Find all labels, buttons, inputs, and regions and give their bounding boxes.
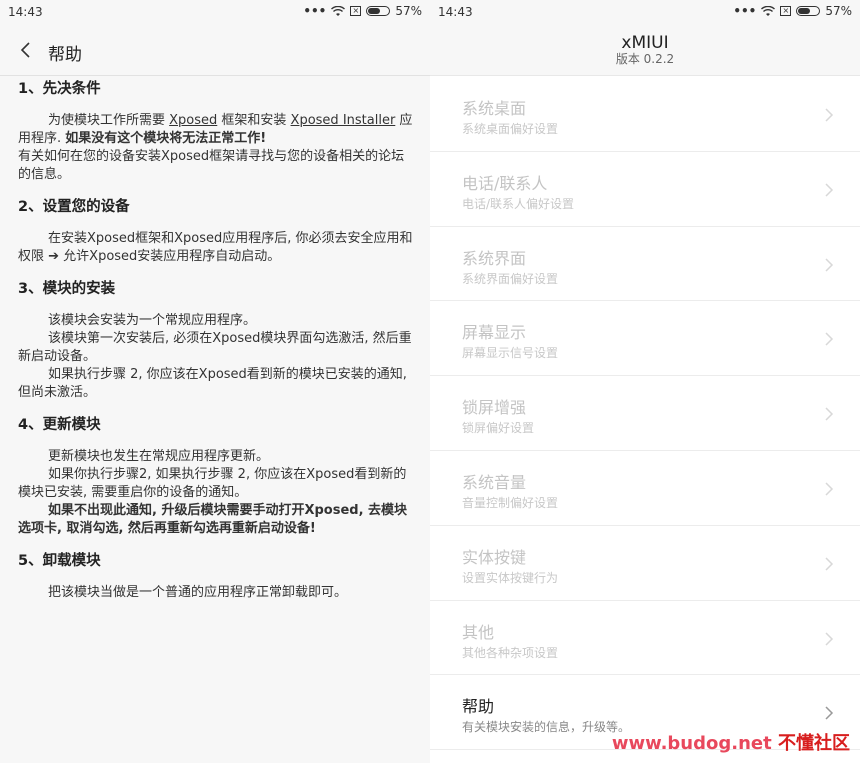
settings-item-title: 帮助 [462, 697, 495, 717]
paragraph-text: 在安装Xposed框架和Xposed应用程序后, 你必须去安全应用和权限 ➔ 允… [18, 231, 413, 264]
settings-item-title: 电话/联系人 [462, 173, 548, 193]
settings-item-subtitle: 系统界面偏好设置 [462, 271, 559, 286]
settings-item-subtitle: 音量控制偏好设置 [462, 495, 559, 510]
paragraph-text: 为使模块工作所需要 [48, 113, 170, 128]
paragraph-text: 如果执行步骤 2, 你应该在Xposed看到新的模块已安装的通知, 但尚未激活。 [18, 367, 407, 400]
more-dots-icon: ••• [733, 4, 757, 18]
section-paragraph: 该模块第一次安装后, 必须在Xposed模块界面勾选激活, 然后重新启动设备。 [18, 330, 413, 366]
app-header: xMIUI 版本 0.2.2 [430, 26, 860, 76]
sim-off-icon: × [780, 6, 792, 16]
settings-item-title: 其他 [462, 622, 495, 642]
settings-item[interactable]: 系统音量音量控制偏好设置 [430, 451, 860, 526]
paragraph-text: 该模块第一次安装后, 必须在Xposed模块界面勾选激活, 然后重新启动设备。 [18, 331, 412, 364]
paragraph-text: 该模块会安装为一个常规应用程序。 [48, 313, 257, 328]
status-bar-right: 14:43 ••• × 57% [430, 0, 860, 26]
help-header: 帮助 [0, 26, 430, 76]
chevron-right-icon [825, 632, 834, 646]
section-paragraph: 在安装Xposed框架和Xposed应用程序后, 你必须去安全应用和权限 ➔ 允… [18, 230, 413, 266]
status-bar: 14:43 ••• × 57% [0, 0, 430, 26]
battery-percent-right: 57% [825, 4, 852, 18]
section-paragraph: 该模块会安装为一个常规应用程序。 [18, 312, 413, 330]
settings-item-subtitle: 有关模块安装的信息，升级等。 [462, 720, 631, 735]
chevron-right-icon [825, 183, 834, 197]
battery-percent: 57% [395, 4, 422, 18]
settings-item[interactable]: 系统桌面系统桌面偏好设置 [430, 77, 860, 152]
page-title: 帮助 [48, 45, 82, 65]
help-content: 1、先决条件为使模块工作所需要 Xposed 框架和安装 Xposed Inst… [18, 80, 413, 602]
settings-item-subtitle: 设置实体按键行为 [462, 570, 559, 585]
chevron-right-icon [825, 407, 834, 421]
section-title: 5、卸载模块 [18, 553, 101, 569]
settings-item[interactable]: 电话/联系人电话/联系人偏好设置 [430, 152, 860, 227]
settings-item-subtitle: 系统桌面偏好设置 [462, 122, 559, 136]
link-text[interactable]: Xposed [169, 113, 217, 128]
sim-off-icon: × [350, 6, 362, 16]
section-title: 3、模块的安装 [18, 281, 116, 297]
settings-item-title: 屏幕显示 [462, 323, 527, 343]
settings-item[interactable]: 其他其他各种杂项设置 [430, 601, 860, 676]
settings-item-title: 系统音量 [462, 472, 527, 492]
settings-item-subtitle: 其他各种杂项设置 [462, 645, 559, 660]
help-screen: 14:43 ••• × 57% 帮助 1、先决条件为使模块工作所需要 Xpose… [0, 0, 430, 763]
status-time: 14:43 [8, 5, 43, 19]
section-paragraph: 有关如何在您的设备安装Xposed框架请寻找与您的设备相关的论坛的信息。 [18, 148, 413, 184]
watermark: www.budog.net 不懂社区 [612, 729, 850, 755]
settings-item-subtitle: 屏幕显示信号设置 [462, 346, 559, 361]
app-version: 版本 0.2.2 [615, 52, 675, 66]
paragraph-text: 如果你执行步骤2, 如果执行步骤 2, 你应该在Xposed看到新的模块已安装,… [18, 467, 407, 500]
settings-item-title: 系统界面 [462, 248, 527, 268]
section-title: 4、更新模块 [18, 417, 101, 433]
section-paragraph: 如果执行步骤 2, 你应该在Xposed看到新的模块已安装的通知, 但尚未激活。 [18, 366, 413, 402]
status-time-right: 14:43 [438, 5, 473, 19]
chevron-right-icon [825, 258, 834, 272]
settings-item-title: 实体按键 [462, 547, 527, 567]
screenshot-composite: 14:43 ••• × 57% 帮助 1、先决条件为使模块工作所需要 Xpose… [0, 0, 860, 763]
paragraph-text: 如果不出现此通知, 升级后模块需要手动打开Xposed, 去模块选项卡, 取消勾… [18, 503, 408, 536]
link-text[interactable]: Xposed Installer [291, 113, 396, 128]
settings-item-title: 锁屏增强 [462, 398, 527, 418]
app-title: xMIUI [621, 33, 669, 53]
settings-item[interactable]: 实体按键设置实体按键行为 [430, 526, 860, 601]
paragraph-text: 有关如何在您的设备安装Xposed框架请寻找与您的设备相关的论坛的信息。 [18, 149, 405, 182]
battery-icon [796, 6, 821, 16]
status-icons-right: ••• × 57% [733, 4, 852, 18]
settings-list: 系统桌面系统桌面偏好设置电话/联系人电话/联系人偏好设置系统界面系统界面偏好设置… [430, 77, 860, 751]
paragraph-text: 如果没有这个模块将无法正常工作! [65, 131, 267, 146]
more-dots-icon: ••• [303, 4, 327, 18]
settings-item[interactable]: 屏幕显示屏幕显示信号设置 [430, 301, 860, 377]
settings-item-title: 系统桌面 [462, 99, 527, 118]
chevron-right-icon [825, 482, 834, 496]
section-paragraph: 更新模块也发生在常规应用程序更新。 [18, 448, 413, 466]
chevron-right-icon [825, 108, 834, 122]
settings-item-subtitle: 锁屏偏好设置 [462, 421, 535, 436]
paragraph-text: 更新模块也发生在常规应用程序更新。 [48, 449, 270, 464]
section-title: 2、设置您的设备 [18, 199, 130, 215]
wifi-icon [761, 5, 776, 16]
battery-icon [366, 6, 391, 16]
section-paragraph: 如果不出现此通知, 升级后模块需要手动打开Xposed, 去模块选项卡, 取消勾… [18, 502, 413, 538]
wifi-icon [331, 5, 346, 16]
settings-item[interactable]: 锁屏增强锁屏偏好设置 [430, 376, 860, 451]
chevron-right-icon [825, 557, 834, 571]
section-paragraph: 为使模块工作所需要 Xposed 框架和安装 Xposed Installer … [18, 112, 413, 148]
settings-item-subtitle: 电话/联系人偏好设置 [462, 196, 575, 211]
watermark-url: www.budog.net [611, 733, 772, 754]
back-arrow-icon[interactable] [16, 38, 38, 62]
settings-item[interactable]: 系统界面系统界面偏好设置 [430, 227, 860, 302]
section-paragraph: 如果你执行步骤2, 如果执行步骤 2, 你应该在Xposed看到新的模块已安装,… [18, 466, 413, 502]
watermark-cn: 不懂社区 [778, 733, 850, 754]
paragraph-text: 框架和安装 [217, 113, 291, 128]
status-icons: ••• × 57% [303, 4, 422, 18]
section-title: 1、先决条件 [18, 81, 101, 97]
section-paragraph: 把该模块当做是一个普通的应用程序正常卸载即可。 [18, 584, 413, 602]
xmiui-screen: 14:43 ••• × 57% xMIUI 版本 0.2.2 系统桌面系统桌面偏… [430, 0, 860, 763]
paragraph-text: 把该模块当做是一个普通的应用程序正常卸载即可。 [48, 585, 348, 600]
chevron-right-icon [825, 706, 834, 720]
chevron-right-icon [825, 332, 834, 346]
